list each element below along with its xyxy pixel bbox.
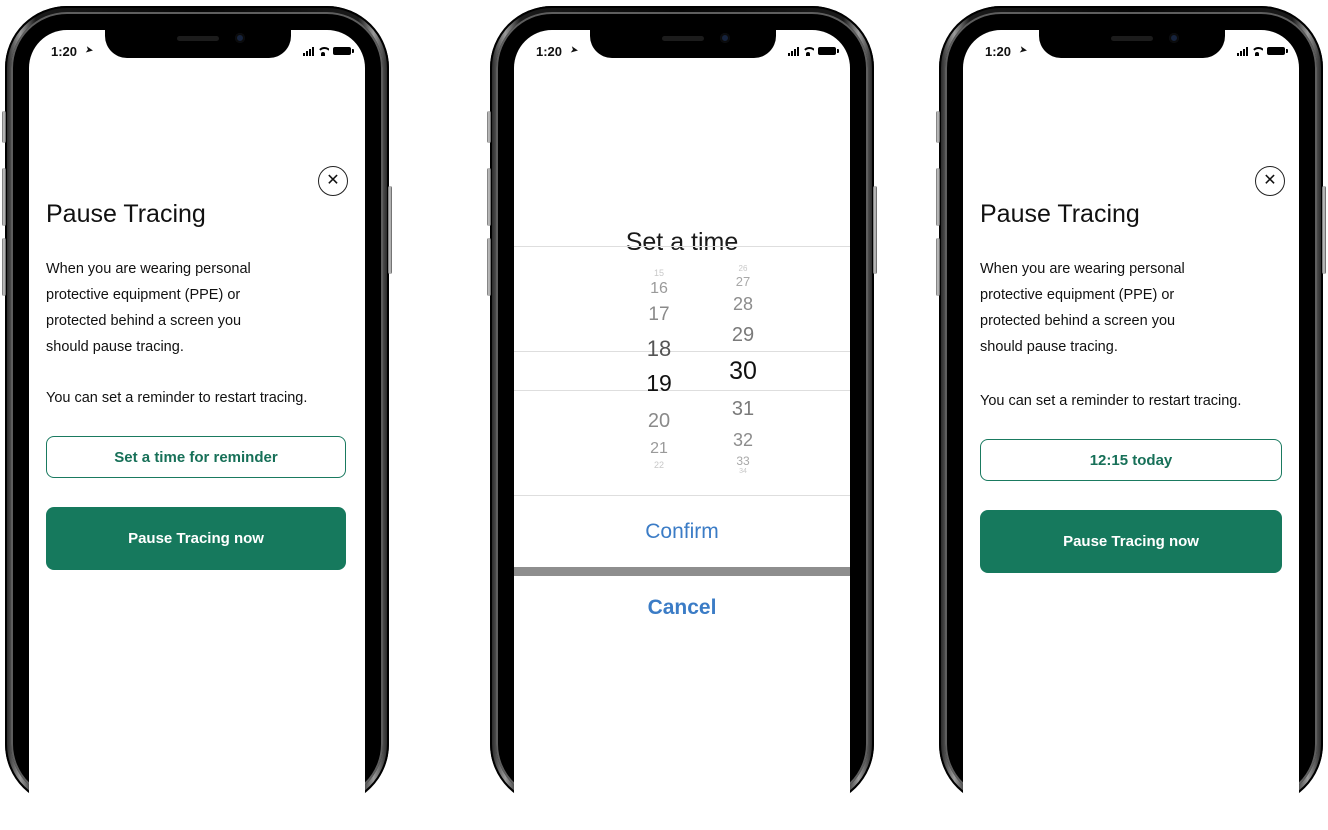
screen: 1:20 ➤ ✕ Pause Tracing When you are wear… (963, 30, 1299, 830)
minute-option-selected[interactable]: 30 (713, 357, 773, 386)
wifi-icon (318, 46, 329, 56)
description-line: When you are wearing personal (980, 261, 1185, 277)
hour-option[interactable]: 16 (629, 280, 689, 298)
mute-switch (936, 111, 940, 143)
phone-time-picker-screen: 1:20 ➤ Set a time 15 16 17 18 19 20 21 2… (487, 6, 877, 830)
pause-tracing-now-button[interactable]: Pause Tracing now (46, 507, 346, 570)
description-line: should pause tracing. (980, 339, 1118, 355)
volume-down-button (487, 238, 491, 296)
minute-option[interactable]: 26 (713, 264, 773, 273)
signal-icon (303, 46, 314, 56)
wifi-icon (803, 46, 814, 56)
wifi-icon (1252, 46, 1263, 56)
page-title: Pause Tracing (46, 200, 206, 228)
location-arrow-icon: ➤ (1018, 44, 1029, 57)
phone-pause-screen: 1:20 ➤ ✕ Pause Tracing When you are wear… (2, 6, 392, 830)
hour-wheel[interactable]: 15 16 17 18 19 20 21 22 (629, 30, 689, 830)
hour-option[interactable]: 20 (629, 410, 689, 433)
description-line: protective equipment (PPE) or (46, 287, 241, 303)
status-time: 1:20 (985, 44, 1012, 59)
power-button (873, 186, 877, 274)
power-button (388, 186, 392, 274)
set-reminder-time-button[interactable]: Set a time for reminder (46, 436, 346, 478)
description-line: protected behind a screen you (46, 313, 242, 329)
minute-wheel[interactable]: 26 27 28 29 30 31 32 33 34 (713, 30, 773, 830)
status-icons (303, 45, 354, 57)
description-line: When you are wearing personal (46, 261, 251, 277)
minute-option[interactable]: 27 (713, 274, 773, 289)
location-arrow-icon: ➤ (569, 44, 580, 57)
status-icons (788, 45, 839, 57)
description-line: protected behind a screen you (980, 313, 1176, 329)
sheet-separator (514, 567, 850, 576)
cancel-button[interactable]: Cancel (514, 596, 850, 620)
status-time: 1:20 (51, 44, 78, 59)
battery-icon (333, 47, 354, 55)
confirm-button[interactable]: Confirm (514, 520, 850, 544)
pause-tracing-now-button[interactable]: Pause Tracing now (980, 510, 1282, 573)
hour-option[interactable]: 17 (629, 304, 689, 326)
close-button[interactable]: ✕ (318, 166, 348, 196)
power-button (1322, 186, 1326, 274)
volume-up-button (936, 168, 940, 226)
status-time: 1:20 (536, 44, 563, 59)
mute-switch (2, 111, 6, 143)
screen: 1:20 ➤ ✕ Pause Tracing When you are wear… (29, 30, 365, 830)
screen: 1:20 ➤ Set a time 15 16 17 18 19 20 21 2… (514, 30, 850, 830)
description-line: should pause tracing. (46, 339, 184, 355)
hour-option-selected[interactable]: 19 (629, 370, 689, 397)
battery-icon (818, 47, 839, 55)
minute-option[interactable]: 31 (713, 398, 773, 421)
reminder-time-button[interactable]: 12:15 today (980, 439, 1282, 481)
mute-switch (487, 111, 491, 143)
description: When you are wearing personal protective… (980, 256, 1280, 360)
location-arrow-icon: ➤ (84, 44, 95, 57)
minute-option[interactable]: 32 (713, 430, 773, 451)
signal-icon (788, 46, 799, 56)
volume-up-button (2, 168, 6, 226)
notch (105, 30, 291, 58)
notch (1039, 30, 1225, 58)
battery-icon (1267, 47, 1288, 55)
close-button[interactable]: ✕ (1255, 166, 1285, 196)
signal-icon (1237, 46, 1248, 56)
description: When you are wearing personal protective… (46, 256, 346, 360)
close-icon: ✕ (326, 172, 340, 189)
hour-option[interactable]: 21 (629, 440, 689, 458)
minute-option[interactable]: 28 (713, 294, 773, 315)
reminder-hint: You can set a reminder to restart tracin… (980, 393, 1242, 409)
page-title: Pause Tracing (980, 200, 1140, 228)
volume-down-button (936, 238, 940, 296)
hour-option[interactable]: 18 (629, 336, 689, 362)
status-icons (1237, 45, 1288, 57)
phone-pause-screen-time-set: 1:20 ➤ ✕ Pause Tracing When you are wear… (936, 6, 1326, 830)
hour-option[interactable]: 15 (629, 268, 689, 278)
reminder-hint: You can set a reminder to restart tracin… (46, 390, 308, 406)
description-line: protective equipment (PPE) or (980, 287, 1175, 303)
hour-option[interactable]: 22 (629, 460, 689, 470)
volume-down-button (2, 238, 6, 296)
minute-option[interactable]: 29 (713, 324, 773, 347)
close-icon: ✕ (1263, 172, 1277, 189)
minute-option[interactable]: 34 (713, 468, 773, 475)
minute-option[interactable]: 33 (713, 454, 773, 468)
volume-up-button (487, 168, 491, 226)
